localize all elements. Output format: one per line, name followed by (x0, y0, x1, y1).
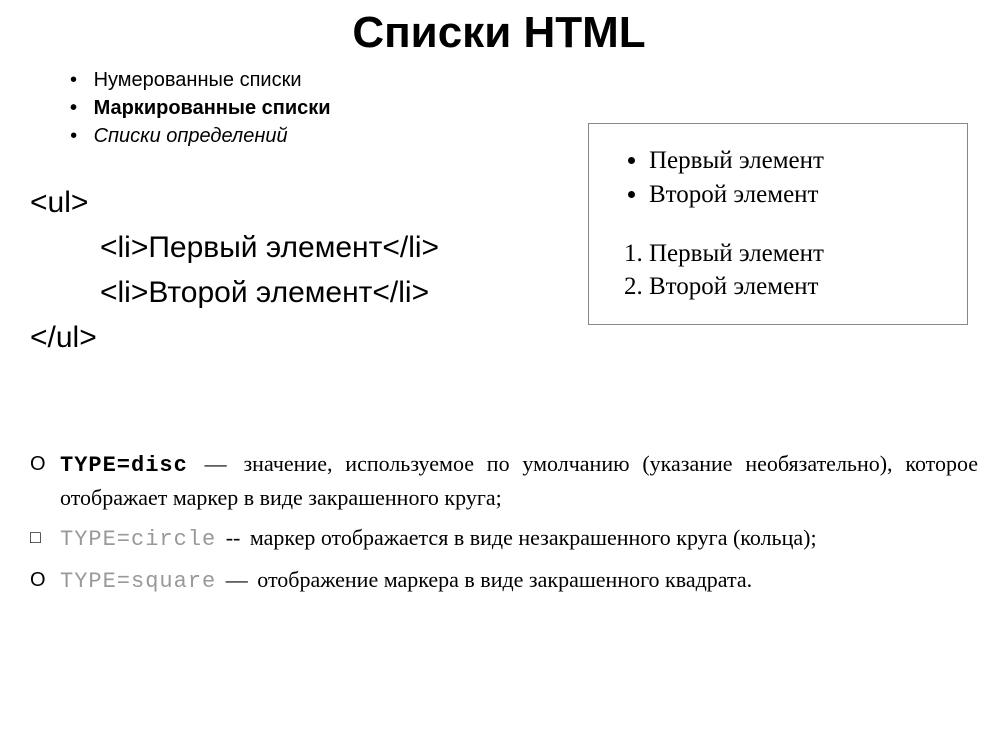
type-circle-text: TYPE=circle -- маркер отображается в вид… (60, 522, 978, 556)
dash: — (226, 567, 248, 592)
type-keyword: TYPE=circle (60, 527, 216, 552)
list-type-label: Нумерованные списки (94, 69, 302, 91)
list-item: Первый элемент (649, 237, 947, 271)
type-description: отображение маркера в виде закрашенного … (257, 567, 752, 592)
type-description: маркер отображается в виде незакрашенног… (250, 525, 817, 550)
type-keyword: TYPE=square (60, 569, 216, 594)
disc-marker-icon: O (30, 448, 60, 514)
square-marker-icon: □ (30, 522, 60, 556)
list-type-label: Маркированные списки (94, 97, 331, 119)
list-type-numbered: • Нумерованные списки (70, 66, 998, 94)
dash: -- (226, 525, 241, 550)
type-attribute-definitions: O TYPE=disc — значение, используемое по … (30, 448, 978, 606)
type-keyword: TYPE=disc (60, 453, 188, 478)
bullet-icon: • (70, 66, 88, 94)
disc-marker-icon: O (30, 564, 60, 598)
type-square-text: TYPE=square — отображение маркера в виде… (60, 564, 978, 598)
type-square-row: O TYPE=square — отображение маркера в ви… (30, 564, 978, 598)
type-disc-text: TYPE=disc — значение, используемое по ум… (60, 448, 978, 514)
type-circle-row: □ TYPE=circle -- маркер отображается в в… (30, 522, 978, 556)
list-item: Первый элемент (649, 144, 947, 178)
bullet-icon: • (70, 94, 88, 122)
list-type-label: Списки определений (94, 125, 288, 147)
page-title: Списки HTML (0, 8, 998, 58)
unordered-list: Первый элемент Второй элемент (649, 144, 947, 212)
list-item: Второй элемент (649, 270, 947, 304)
output-preview: Первый элемент Второй элемент Первый эле… (588, 123, 968, 325)
type-disc-row: O TYPE=disc — значение, используемое по … (30, 448, 978, 514)
bullet-icon: • (70, 122, 88, 150)
list-item: Второй элемент (649, 178, 947, 212)
ordered-list: Первый элемент Второй элемент (649, 237, 947, 305)
list-type-bulleted: • Маркированные списки (70, 94, 998, 122)
type-description: значение, используемое по умолчанию (ука… (60, 451, 978, 510)
dash: — (205, 451, 227, 476)
